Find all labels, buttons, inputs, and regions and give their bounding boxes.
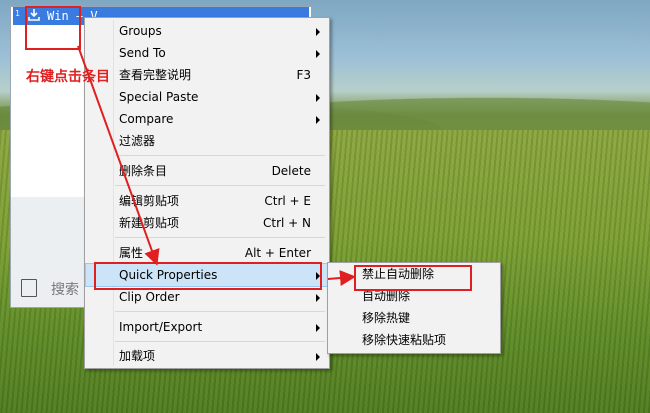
menu-item-groups[interactable]: Groups	[86, 20, 328, 42]
menu-item-shortcut: Alt + Enter	[244, 246, 311, 260]
submenu-item-remove-hotkey[interactable]: 移除热键	[329, 307, 499, 329]
submenu-arrow-icon	[316, 50, 320, 58]
menu-separator	[115, 155, 325, 156]
menu-item-label: Send To	[119, 46, 166, 60]
menu-item-delete[interactable]: 删除条目 Delete	[86, 160, 328, 182]
menu-separator	[115, 185, 325, 186]
menu-item-label: 查看完整说明	[119, 68, 192, 82]
menu-item-shortcut: Delete	[271, 164, 311, 178]
menu-item-shortcut: Ctrl + N	[262, 216, 311, 230]
menu-item-label: Compare	[119, 112, 174, 126]
menu-item-properties[interactable]: 属性 Alt + Enter	[86, 242, 328, 264]
menu-item-compare[interactable]: Compare	[86, 108, 328, 130]
search-label: 搜索	[51, 282, 79, 298]
menu-separator	[115, 311, 325, 312]
menu-item-view-full-description[interactable]: 查看完整说明 F3	[86, 64, 328, 86]
submenu-arrow-icon	[316, 353, 320, 361]
menu-separator	[115, 341, 325, 342]
submenu-arrow-icon	[316, 28, 320, 36]
menu-item-new-clip[interactable]: 新建剪贴项 Ctrl + N	[86, 212, 328, 234]
menu-item-shortcut: Ctrl + E	[264, 194, 311, 208]
menu-item-label: Import/Export	[119, 320, 203, 334]
submenu-item-label: 移除快速粘贴项	[362, 333, 447, 347]
submenu-item-remove-quick-paste[interactable]: 移除快速粘贴项	[329, 329, 499, 351]
menu-item-label: 编辑剪贴项	[119, 194, 180, 208]
menu-item-shortcut: F3	[296, 68, 311, 82]
annotation-box-clip-item	[25, 6, 81, 50]
menu-item-label: Groups	[119, 24, 162, 38]
annotation-box-quick-properties	[94, 262, 322, 290]
menu-item-addins[interactable]: 加载项	[86, 345, 328, 367]
menu-item-special-paste[interactable]: Special Paste	[86, 86, 328, 108]
row-number: 1	[15, 9, 21, 18]
menu-item-send-to[interactable]: Send To	[86, 42, 328, 64]
annotation-box-never-auto-delete	[354, 265, 472, 291]
submenu-arrow-icon	[316, 324, 320, 332]
menu-item-import-export[interactable]: Import/Export	[86, 316, 328, 338]
submenu-arrow-icon	[316, 294, 320, 302]
menu-item-filter[interactable]: 过滤器	[86, 130, 328, 152]
menu-item-edit-clip[interactable]: 编辑剪贴项 Ctrl + E	[86, 190, 328, 212]
submenu-arrow-icon	[316, 116, 320, 124]
menu-item-label: 过滤器	[119, 134, 156, 148]
menu-item-label: 新建剪贴项	[119, 216, 180, 230]
note-icon	[21, 279, 37, 297]
menu-item-label: 属性	[119, 246, 144, 260]
menu-item-label: Special Paste	[119, 90, 199, 104]
menu-item-label: 删除条目	[119, 164, 168, 178]
annotation-label: 右键点击条目	[26, 69, 110, 85]
context-menu: Groups Send To 查看完整说明 F3 Special Paste C…	[84, 17, 330, 369]
menu-separator	[115, 237, 325, 238]
submenu-item-label: 移除热键	[362, 311, 411, 325]
menu-item-label: 加载项	[119, 349, 156, 363]
submenu-arrow-icon	[316, 94, 320, 102]
